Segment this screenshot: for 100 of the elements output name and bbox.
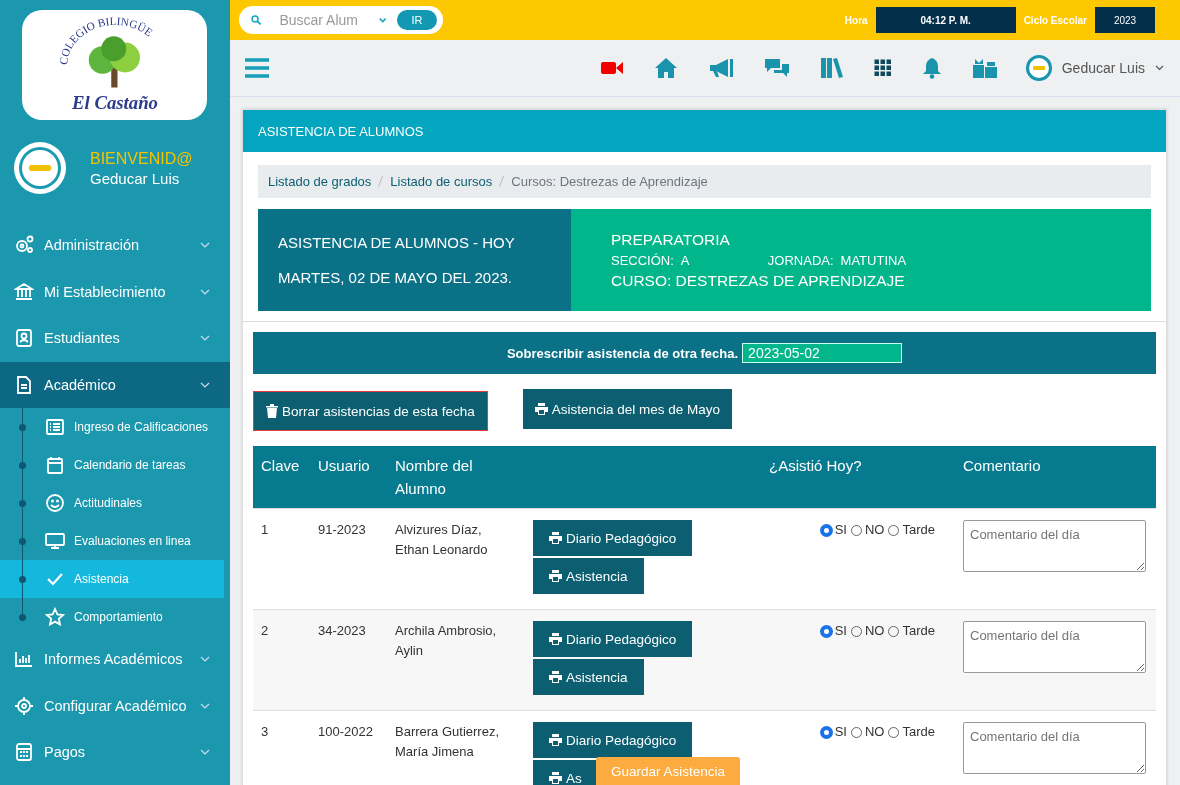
menu-item[interactable]: Estudiantes [0, 315, 230, 362]
attendance-button[interactable]: Asistencia [533, 558, 644, 594]
contact-icon [14, 328, 34, 349]
user-menu[interactable]: Geducar Luis [1061, 60, 1145, 76]
column-header: Nombre del Alumno [395, 457, 473, 497]
chat-icon[interactable] [763, 57, 790, 79]
menu-icon[interactable] [245, 58, 269, 78]
user-avatar [12, 140, 68, 196]
printer-icon [549, 633, 562, 645]
attendance-radio[interactable]: SI [820, 520, 847, 540]
menu-item[interactable]: Configurar Académico [0, 682, 230, 729]
submenu-item[interactable]: Ingreso de Calificaciones [0, 408, 224, 446]
menu-item[interactable]: Académico [0, 361, 230, 408]
chevron-icon [200, 335, 210, 342]
star-icon [45, 607, 65, 627]
printer-icon [549, 671, 562, 683]
list-icon [45, 417, 65, 437]
printer-icon [549, 532, 562, 544]
submenu-item[interactable]: Evaluaciones en linea [0, 522, 224, 560]
chevron-icon [200, 288, 210, 295]
panel-title: ASISTENCIA DE ALUMNOS [243, 110, 1166, 152]
attendance-radio[interactable]: NO [850, 722, 885, 742]
chart-icon [14, 649, 34, 670]
override-label: Sobrescribir asistencia de otra fecha. [506, 345, 739, 361]
grade-text: PREPARATORIA [611, 230, 731, 249]
breadcrumb-link[interactable]: Listado de cursos [390, 174, 493, 189]
chevron-icon [200, 242, 210, 249]
bell-icon[interactable] [921, 57, 942, 79]
search-field[interactable]: Buscar Alum IR [239, 6, 443, 34]
printer-icon [534, 403, 548, 415]
breadcrumb-link[interactable]: Listado de grados [268, 174, 372, 189]
attendance-radio[interactable]: Tarde [888, 520, 935, 540]
trash-icon [266, 404, 278, 418]
table-cell: Alvizures Díaz, Ethan Leonardo [395, 522, 488, 557]
month-report-button[interactable]: Asistencia del mes de Mayo [522, 389, 732, 429]
doc-icon [14, 374, 34, 395]
table-cell: 3 [261, 724, 269, 739]
chevron-icon [200, 702, 210, 709]
user-avatar [1025, 55, 1052, 81]
gifts-icon[interactable] [971, 57, 998, 79]
monitor-icon [45, 531, 65, 551]
journal-button[interactable]: Diario Pedagógico [533, 722, 693, 758]
menu-item[interactable]: Pagos [0, 729, 230, 776]
home-icon[interactable] [653, 57, 678, 79]
shift-value: MATUTINA [840, 252, 907, 268]
section-value: A [680, 252, 691, 268]
attendance-radio[interactable]: Tarde [888, 621, 935, 641]
breadcrumb-separator [378, 176, 384, 187]
table-cell: Barrera Gutierrez, María Jimena [395, 724, 500, 759]
comment-field[interactable]: Comentario del día [963, 621, 1146, 673]
menu-item[interactable]: Administración [0, 222, 230, 269]
chevron-icon [200, 749, 210, 756]
section-label: SECCIÓN: [611, 252, 674, 268]
attendance-radio[interactable]: SI [820, 722, 847, 742]
column-header: ¿Asistió Hoy? [769, 457, 862, 474]
comment-field[interactable]: Comentario del día [963, 722, 1146, 774]
submenu-item[interactable]: Comportamiento [0, 598, 224, 636]
grid-icon[interactable] [873, 59, 892, 77]
printer-icon [549, 570, 562, 582]
attendance-radio[interactable]: SI [820, 621, 847, 641]
table-cell: Archila Ambrosio, Aylin [395, 623, 497, 658]
go-button[interactable]: IR [396, 10, 437, 30]
chevron-icon [200, 381, 210, 388]
printer-icon [549, 734, 562, 746]
table-cell: 34-2023 [318, 623, 366, 638]
attendance-button[interactable]: Asistencia [533, 659, 644, 695]
table-cell: 91-2023 [318, 522, 366, 537]
submenu-item[interactable]: Actitudinales [0, 484, 224, 522]
menu-item[interactable]: Mi Establecimiento [0, 268, 230, 315]
journal-button[interactable]: Diario Pedagógico [533, 520, 693, 556]
gears-icon [14, 235, 34, 256]
attendance-radio[interactable]: Tarde [888, 722, 935, 742]
attendance-button[interactable]: As [533, 760, 598, 785]
books-icon[interactable] [819, 57, 844, 79]
table-cell: 100-2022 [318, 724, 373, 739]
caret-icon [379, 16, 387, 24]
journal-button[interactable]: Diario Pedagógico [533, 621, 693, 657]
submenu-item[interactable]: Calendario de tareas [0, 446, 224, 484]
caret-icon [1155, 65, 1164, 71]
column-header: Comentario [963, 457, 1041, 474]
printer-icon [549, 772, 562, 784]
comment-field[interactable]: Comentario del día [963, 520, 1146, 572]
video-camera-icon[interactable] [599, 59, 624, 77]
bank-icon [14, 281, 34, 302]
attendance-radio[interactable]: NO [850, 520, 885, 540]
banner-heading: ASISTENCIA DE ALUMNOS - HOY [278, 234, 516, 251]
breadcrumb-current: Cursos: Destrezas de Aprendizaje [511, 174, 708, 189]
calc-icon [14, 742, 34, 763]
menu-item[interactable]: Informes Académicos [0, 636, 230, 683]
search-icon [251, 13, 262, 27]
column-header: Usuario [318, 457, 370, 474]
time-label: Hora [844, 14, 868, 26]
school-year-display: 2023 [1095, 7, 1155, 33]
megaphone-icon[interactable] [707, 58, 734, 78]
banner-date: MARTES, 02 DE MAYO DEL 2023. [278, 269, 513, 286]
welcome-text: BIENVENID@ [90, 149, 193, 168]
school-year-label: Ciclo Escolar [1023, 14, 1087, 26]
attendance-radio[interactable]: NO [850, 621, 885, 641]
delete-button[interactable]: Borrar asistencias de esta fecha [253, 391, 488, 431]
cal-icon [45, 455, 65, 475]
